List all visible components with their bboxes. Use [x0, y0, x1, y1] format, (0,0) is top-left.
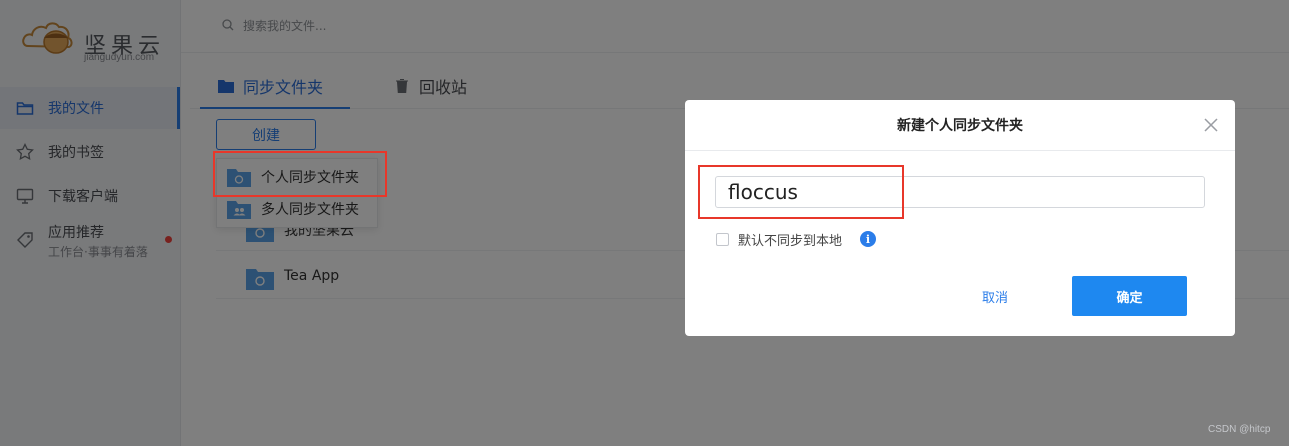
highlight-box — [698, 165, 904, 219]
watermark: CSDN @hitcp — [1208, 424, 1271, 435]
info-icon[interactable]: i — [860, 231, 876, 247]
cancel-button[interactable]: 取消 — [955, 277, 1035, 315]
checkbox-label: 默认不同步到本地 — [738, 234, 843, 249]
confirm-button[interactable]: 确定 — [1072, 276, 1187, 316]
highlight-box — [213, 151, 387, 197]
no-local-sync-checkbox[interactable] — [716, 233, 729, 246]
dialog-title: 新建个人同步文件夹 — [897, 118, 1023, 134]
close-icon[interactable] — [1202, 116, 1220, 134]
dialog-divider — [685, 150, 1235, 151]
